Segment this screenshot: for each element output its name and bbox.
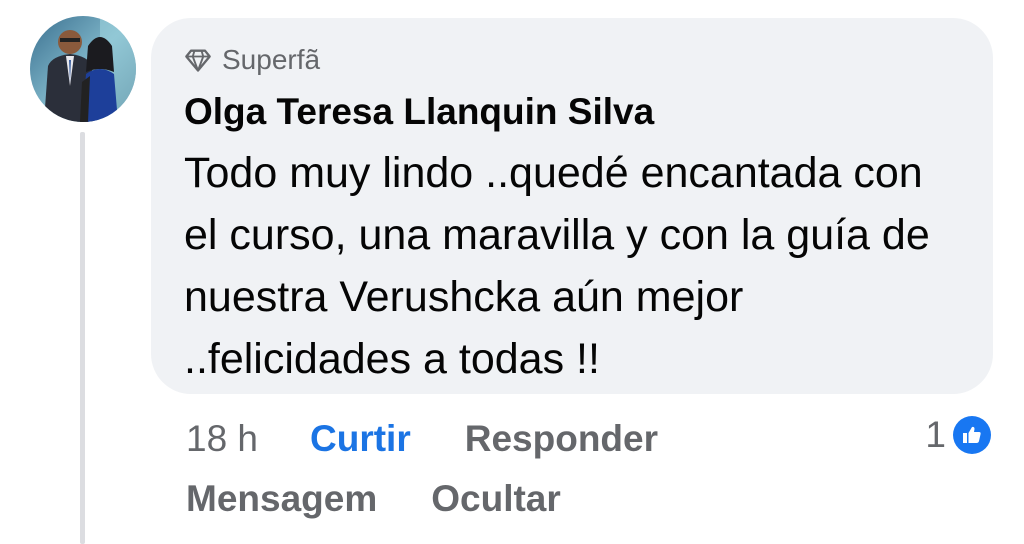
comment-actions-row: 18 h Curtir Responder xyxy=(186,414,658,464)
reaction-summary[interactable]: 1 xyxy=(925,410,994,460)
reply-button[interactable]: Responder xyxy=(465,418,658,460)
comment-actions-row-secondary: Mensagem Ocultar xyxy=(186,474,561,524)
thread-connector-line xyxy=(80,132,85,544)
timestamp[interactable]: 18 h xyxy=(186,418,258,460)
comment-bubble: Superfã Olga Teresa Llanquin Silva Todo … xyxy=(151,18,993,394)
like-button[interactable]: Curtir xyxy=(310,418,411,460)
top-fan-badge: Superfã xyxy=(184,42,963,78)
like-icon xyxy=(950,413,994,457)
comment-text: Todo muy lindo ..quedé encantada con el … xyxy=(184,149,930,383)
message-button[interactable]: Mensagem xyxy=(186,478,377,520)
hide-button[interactable]: Ocultar xyxy=(431,478,561,520)
reaction-count: 1 xyxy=(925,414,946,455)
author-name[interactable]: Olga Teresa Llanquin Silva xyxy=(184,90,963,134)
badge-label: Superfã xyxy=(222,44,321,75)
avatar[interactable] xyxy=(30,16,136,122)
diamond-icon xyxy=(184,46,212,74)
avatar-photo xyxy=(30,16,136,122)
comment-thread: Superfã Olga Teresa Llanquin Silva Todo … xyxy=(0,0,1024,544)
